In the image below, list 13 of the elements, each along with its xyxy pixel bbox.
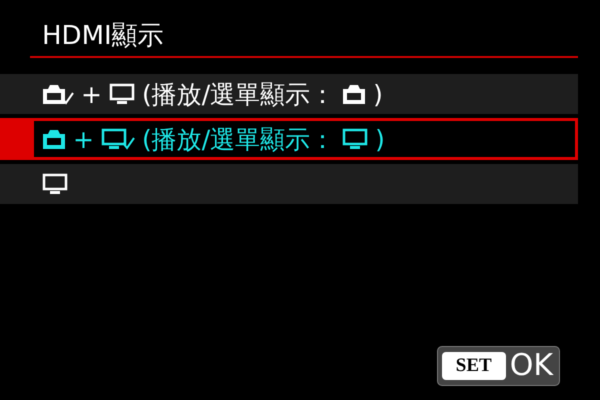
option-text: ) xyxy=(375,124,385,154)
option-text: + xyxy=(81,80,102,108)
menu-option[interactable]: + (播放/選單顯示： ) xyxy=(0,74,578,114)
option-text: (播放/選單顯示： xyxy=(142,124,336,156)
option-text: ) xyxy=(373,80,383,108)
set-key-label: SET xyxy=(442,352,506,380)
menu-option[interactable]: + (播放/選單顯示： ) xyxy=(0,118,578,160)
set-ok-button[interactable]: SET OK xyxy=(436,346,560,386)
menu-option[interactable] xyxy=(0,164,578,204)
ok-label: OK xyxy=(510,350,553,382)
option-text: (播放/選單顯示： xyxy=(142,78,336,110)
menu-title: HDMI顯示 xyxy=(41,20,165,53)
option-text: + xyxy=(73,124,94,154)
